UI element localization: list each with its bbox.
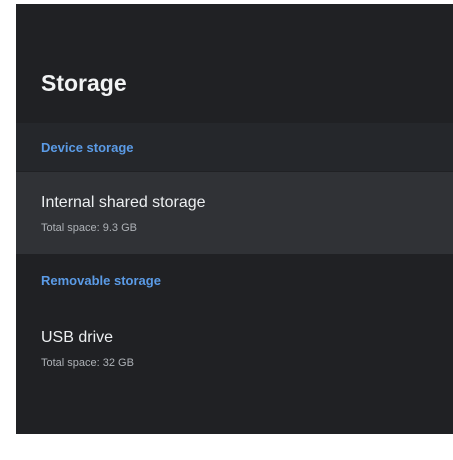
- section-header-device-storage: Device storage: [16, 123, 453, 171]
- item-subtitle: Total space: 9.3 GB: [41, 222, 137, 234]
- page-title: Storage: [41, 70, 127, 96]
- storage-settings-screen: Storage Device storage Internal shared s…: [16, 4, 453, 434]
- internal-shared-storage-item[interactable]: Internal shared storage Total space: 9.3…: [16, 172, 453, 254]
- item-title: Internal shared storage: [41, 194, 206, 211]
- section-header-removable-storage: Removable storage: [41, 272, 161, 288]
- usb-drive-item[interactable]: USB drive Total space: 32 GB: [16, 311, 453, 393]
- item-title: USB drive: [41, 329, 114, 346]
- item-subtitle: Total space: 32 GB: [41, 357, 134, 369]
